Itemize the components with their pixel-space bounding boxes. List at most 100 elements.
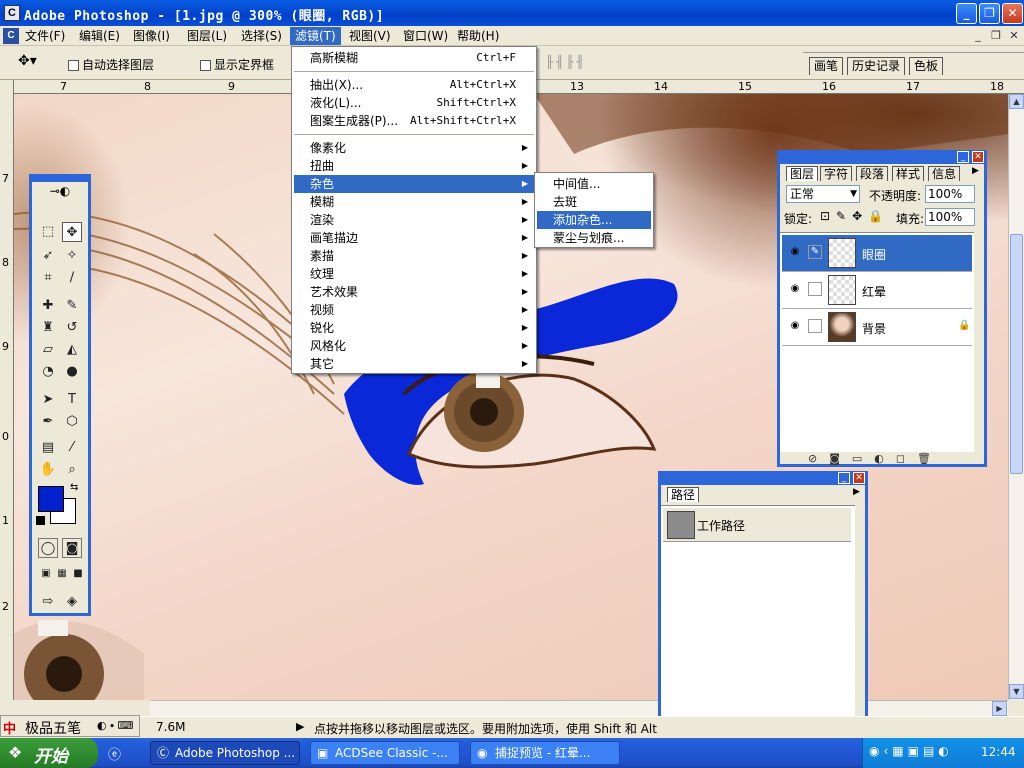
filter-menu-item[interactable]: 艺术效果 ▶ (294, 283, 534, 301)
slice-tool-icon[interactable]: ∕ (62, 268, 82, 288)
healing-brush-icon[interactable]: ✚ (38, 296, 58, 316)
toolbox-logo[interactable]: ⊸◐ (34, 184, 86, 202)
restore-button[interactable]: ❐ (979, 3, 1000, 24)
well-tab-brushes[interactable]: 画笔 (809, 57, 844, 75)
filter-menu-item[interactable]: 高斯模糊 Ctrl+F (294, 49, 534, 67)
path-row[interactable]: 工作路径 (663, 508, 851, 542)
crop-tool-icon[interactable]: ⌗ (38, 268, 58, 288)
type-tool-icon[interactable]: T (62, 390, 82, 410)
filter-menu-item[interactable]: 视频 ▶ (294, 301, 534, 319)
paths-panel-minimize-icon[interactable]: _ (838, 472, 850, 484)
notes-tool-icon[interactable]: ▤ (38, 438, 58, 458)
tab-styles[interactable]: 样式 (892, 166, 925, 181)
quicklaunch-ie-icon[interactable]: ⓔ (108, 744, 126, 763)
start-button[interactable]: ❖ 开始 (0, 738, 98, 768)
task-photoshop[interactable]: Ⓒ Adobe Photoshop ... (150, 741, 300, 765)
filter-menu-item[interactable]: 画笔描边 ▶ (294, 229, 534, 247)
paint-bucket-icon[interactable]: ◭ (62, 340, 82, 360)
standard-mode-icon[interactable]: ◯ (38, 538, 58, 558)
menu-image[interactable]: 图像(I) (128, 27, 175, 45)
path-select-icon[interactable]: ➤ (38, 390, 58, 410)
bounding-box-checkbox[interactable] (200, 60, 211, 71)
document-icon[interactable]: C (3, 28, 19, 44)
layer-row[interactable]: ◉ ✎ 眼圈 (782, 235, 972, 272)
menu-help[interactable]: 帮助(H) (452, 27, 504, 45)
link-box[interactable] (808, 282, 822, 296)
auto-select-layer-option[interactable]: 自动选择图层 (68, 56, 154, 73)
lock-icons[interactable]: ⊡✎✥🔒 (820, 209, 889, 223)
show-bounding-box-option[interactable]: 显示定界框 (200, 56, 274, 73)
well-tab-swatches[interactable]: 色板 (909, 57, 944, 75)
menu-layer[interactable]: 图层(L) (182, 27, 232, 45)
dodge-tool-icon[interactable]: ● (62, 362, 82, 382)
fill-field[interactable]: 100% (925, 208, 975, 226)
filter-menu-item[interactable]: 抽出(X)... Alt+Ctrl+X (294, 76, 534, 94)
move-tool-preset-icon[interactable]: ✥▾ (18, 53, 52, 73)
tab-character[interactable]: 字符 (820, 166, 853, 181)
ime-options-icons[interactable]: ◐∙⌨ (97, 719, 135, 732)
doc-minimize-button[interactable]: _ (970, 28, 986, 43)
menu-file[interactable]: 文件(F) (20, 27, 70, 45)
doc-close-button[interactable]: ✕ (1006, 28, 1022, 43)
status-arrow-icon[interactable]: ▶ (296, 720, 304, 733)
vertical-scroll-thumb[interactable] (1010, 234, 1023, 474)
paths-menu-arrow-icon[interactable]: ▶ (853, 487, 860, 497)
doc-restore-button[interactable]: ❐ (988, 28, 1004, 43)
panel-menu-arrow-icon[interactable]: ▶ (972, 166, 979, 176)
filter-menu-item[interactable]: 图案生成器(P)... Alt+Shift+Ctrl+X (294, 112, 534, 130)
scroll-up-arrow[interactable]: ▲ (1009, 94, 1024, 109)
filter-menu-item[interactable]: 杂色 ▶ (294, 175, 534, 193)
blend-mode-select[interactable]: 正常 ▼ (786, 185, 860, 203)
clone-stamp-icon[interactable]: ♜ (38, 318, 58, 338)
link-box[interactable] (808, 319, 822, 333)
menu-window[interactable]: 窗口(W) (398, 27, 453, 45)
filter-menu-item[interactable]: 液化(L)... Shift+Ctrl+X (294, 94, 534, 112)
jump-to-imageready-icon[interactable]: ⇨ (38, 592, 58, 612)
well-tab-history[interactable]: 历史记录 (847, 57, 906, 75)
filter-menu-item[interactable]: 渲染 ▶ (294, 211, 534, 229)
filter-menu-item[interactable]: 扭曲 ▶ (294, 157, 534, 175)
filter-menu-item[interactable]: 素描 ▶ (294, 247, 534, 265)
layer-row[interactable]: ◉ 背景 🔒 (782, 309, 972, 346)
marquee-tool-icon[interactable]: ⬚ (38, 222, 58, 242)
hand-tool-icon[interactable]: ✋ (38, 460, 58, 480)
menu-select[interactable]: 选择(S) (236, 27, 287, 45)
eye-visibility-icon[interactable]: ◉ (788, 282, 802, 296)
scroll-down-arrow[interactable]: ▼ (1009, 684, 1024, 699)
screen-mode-full-icon[interactable]: ■ (68, 564, 88, 584)
opacity-field[interactable]: 100% (925, 185, 975, 203)
noise-menu-item[interactable]: 中间值... (537, 175, 651, 193)
layer-row[interactable]: ◉ 红晕 (782, 272, 972, 309)
shape-tool-icon[interactable]: ⬡ (62, 412, 82, 432)
eraser-tool-icon[interactable]: ▱ (38, 340, 58, 360)
noise-menu-item[interactable]: 添加杂色... (537, 211, 651, 229)
brush-tool-icon[interactable]: ✎ (62, 296, 82, 316)
tab-paragraph[interactable]: 段落 (856, 166, 889, 181)
tab-paths[interactable]: 路径 (667, 487, 700, 502)
task-acdsee[interactable]: ▣ ACDSee Classic -... (310, 741, 460, 765)
auto-select-checkbox[interactable] (68, 60, 79, 71)
tray-icons[interactable]: ◉‹▦▣▤◐ (869, 744, 953, 758)
filter-menu-item[interactable]: 像素化 ▶ (294, 139, 534, 157)
menu-view[interactable]: 视图(V) (344, 27, 396, 45)
eye-visibility-icon[interactable]: ◉ (788, 245, 802, 259)
magic-wand-icon[interactable]: ✧ (62, 246, 82, 266)
blur-tool-icon[interactable]: ◔ (38, 362, 58, 382)
panel-minimize-icon[interactable]: _ (957, 151, 969, 163)
zoom-tool-icon[interactable]: ⌕ (62, 460, 82, 480)
filter-menu-item[interactable]: 锐化 ▶ (294, 319, 534, 337)
minimize-button[interactable]: _ (956, 3, 977, 24)
noise-menu-item[interactable]: 去斑 (537, 193, 651, 211)
filter-menu-item[interactable]: 纹理 ▶ (294, 265, 534, 283)
menu-filter[interactable]: 滤镜(T) (290, 27, 341, 45)
task-capture[interactable]: ◉ 捕捉预览 - 红晕... (470, 741, 620, 765)
filter-menu-item[interactable]: 其它 ▶ (294, 355, 534, 373)
quick-mask-icon[interactable]: ◙ (62, 538, 82, 558)
menu-edit[interactable]: 编辑(E) (74, 27, 125, 45)
lasso-tool-icon[interactable]: ➶ (38, 246, 58, 266)
noise-menu-item[interactable]: 蒙尘与划痕... (537, 229, 651, 247)
pen-tool-icon[interactable]: ✒ (38, 412, 58, 432)
eyedropper-icon[interactable]: ⁄ (62, 438, 82, 458)
default-colors-icon[interactable] (36, 516, 45, 525)
paths-panel-close-icon[interactable]: ✕ (853, 472, 865, 484)
